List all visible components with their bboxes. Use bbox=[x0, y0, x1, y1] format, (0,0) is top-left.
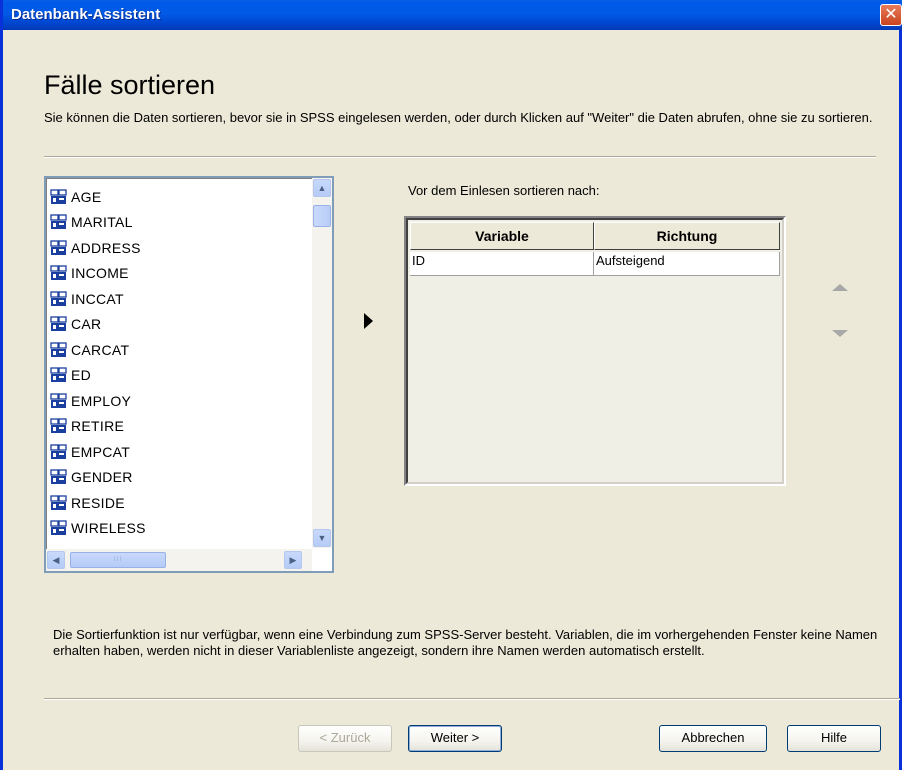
scroll-left-button[interactable]: ◀ bbox=[47, 551, 65, 569]
variable-name: RETIRE bbox=[71, 418, 125, 435]
move-right-arrow-icon[interactable] bbox=[364, 313, 373, 329]
list-item[interactable]: ADDRESS bbox=[50, 235, 308, 261]
variable-name: INCCAT bbox=[71, 290, 124, 307]
variable-name: CAR bbox=[71, 316, 102, 333]
list-item[interactable]: INCCAT bbox=[50, 286, 308, 312]
variable-icon bbox=[50, 444, 68, 460]
vertical-scrollbar[interactable]: ▲ ▼ bbox=[312, 178, 332, 548]
variable-name: WIRELESS bbox=[71, 520, 146, 537]
scroll-up-button[interactable]: ▲ bbox=[313, 179, 331, 197]
list-item[interactable]: WIRELESS bbox=[50, 516, 308, 542]
info-note: Die Sortierfunktion ist nur verfügbar, w… bbox=[53, 627, 878, 658]
list-item[interactable]: CAR bbox=[50, 312, 308, 338]
variable-name: CARCAT bbox=[71, 341, 130, 358]
horizontal-scroll-thumb[interactable]: III bbox=[70, 552, 166, 568]
variable-name: EMPCAT bbox=[71, 443, 131, 460]
variable-icon bbox=[50, 469, 68, 485]
variable-icon bbox=[50, 393, 68, 409]
sort-by-label: Vor dem Einlesen sortieren nach: bbox=[408, 183, 600, 198]
variable-name: MARITAL bbox=[71, 214, 133, 231]
page-title: Fälle sortieren bbox=[44, 70, 216, 100]
variable-icon bbox=[50, 418, 68, 434]
move-up-icon[interactable] bbox=[832, 284, 848, 291]
variable-name: GENDER bbox=[71, 469, 133, 486]
variable-name: RESIDE bbox=[71, 494, 125, 511]
list-item[interactable]: MARITAL bbox=[50, 210, 308, 236]
title-bar[interactable]: Datenbank-Assistent ✕ bbox=[3, 0, 902, 30]
variable-list[interactable]: AGE MARITAL ADDRESS INCOME INCCAT CAR CARCAT ED… bbox=[44, 176, 334, 573]
cell-direction[interactable]: Aufsteigend bbox=[594, 252, 780, 276]
footer-divider bbox=[44, 698, 900, 700]
list-item[interactable]: EMPLOY bbox=[50, 388, 308, 414]
variable-icon bbox=[50, 291, 68, 307]
column-header-direction[interactable]: Richtung bbox=[594, 222, 780, 250]
close-button[interactable]: ✕ bbox=[880, 4, 902, 26]
list-item[interactable]: RETIRE bbox=[50, 414, 308, 440]
close-icon: ✕ bbox=[884, 6, 898, 23]
sort-criteria-grid[interactable]: Variable Richtung ID Aufsteigend bbox=[404, 216, 786, 486]
list-item[interactable]: ED bbox=[50, 363, 308, 389]
scroll-down-button[interactable]: ▼ bbox=[313, 529, 331, 547]
next-button[interactable]: Weiter > bbox=[408, 725, 502, 752]
list-item[interactable]: MULTLINE bbox=[50, 541, 308, 544]
variable-name: ED bbox=[71, 367, 92, 384]
header-divider bbox=[44, 156, 876, 158]
variable-icon bbox=[50, 316, 68, 332]
grid-frame: Variable Richtung ID Aufsteigend bbox=[406, 218, 784, 484]
variable-name: AGE bbox=[71, 188, 102, 205]
move-down-icon[interactable] bbox=[832, 330, 848, 337]
table-row[interactable]: ID Aufsteigend bbox=[410, 252, 780, 276]
scroll-right-button[interactable]: ▶ bbox=[284, 551, 302, 569]
variable-name: ADDRESS bbox=[71, 239, 141, 256]
column-header-variable[interactable]: Variable bbox=[410, 222, 594, 250]
variable-icon bbox=[50, 214, 68, 230]
list-item[interactable]: EMPCAT bbox=[50, 439, 308, 465]
variable-icon bbox=[50, 367, 68, 383]
variable-icon bbox=[50, 495, 68, 511]
variable-list-items: AGE MARITAL ADDRESS INCOME INCCAT CAR CARCAT ED… bbox=[50, 184, 308, 544]
variable-name: EMPLOY bbox=[71, 392, 132, 409]
grid-header: Variable Richtung bbox=[410, 222, 780, 250]
variable-icon bbox=[50, 265, 68, 281]
variable-icon bbox=[50, 189, 68, 205]
page-description: Sie können die Daten sortieren, bevor si… bbox=[44, 110, 873, 125]
variable-icon bbox=[50, 520, 68, 536]
list-item[interactable]: GENDER bbox=[50, 465, 308, 491]
list-item[interactable]: AGE bbox=[50, 184, 308, 210]
scroll-grip: III bbox=[113, 556, 123, 563]
cell-variable[interactable]: ID bbox=[410, 252, 594, 276]
window-title: Datenbank-Assistent bbox=[11, 6, 161, 23]
scroll-thumb[interactable] bbox=[313, 205, 331, 227]
variable-icon bbox=[50, 342, 68, 358]
list-item[interactable]: CARCAT bbox=[50, 337, 308, 363]
cancel-button[interactable]: Abbrechen bbox=[659, 725, 767, 752]
variable-name: INCOME bbox=[71, 265, 129, 282]
horizontal-scrollbar[interactable]: ◀ III ▶ bbox=[46, 549, 312, 571]
list-item[interactable]: RESIDE bbox=[50, 490, 308, 516]
variable-icon bbox=[50, 240, 68, 256]
back-button[interactable]: < Zurück bbox=[298, 725, 392, 752]
help-button[interactable]: Hilfe bbox=[787, 725, 881, 752]
list-item[interactable]: INCOME bbox=[50, 261, 308, 287]
